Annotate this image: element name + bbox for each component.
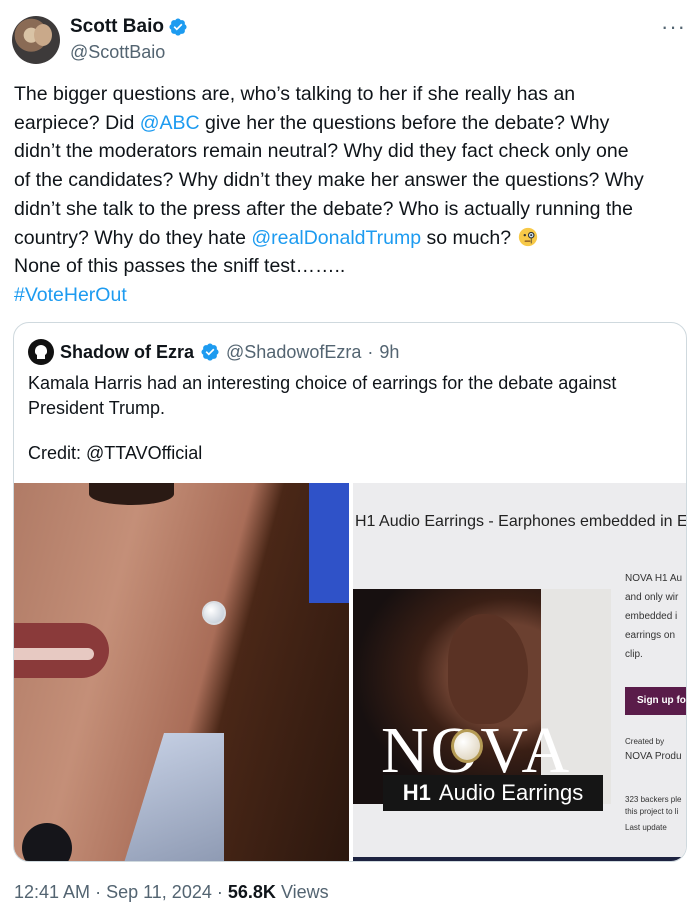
tweet-line: didn’t the moderators remain neutral? Wh…	[14, 140, 629, 163]
tweet-text-fragment: give her the questions before the debate…	[199, 111, 610, 134]
image-microphone	[22, 823, 72, 861]
product-description-line: NOVA H1 Au	[625, 573, 683, 584]
image-eye	[89, 483, 174, 505]
sign-up-button: Sign up for	[625, 687, 686, 715]
created-by-label: Created by	[625, 737, 665, 746]
tweet-text-fragment: so much?	[421, 226, 512, 249]
quote-header: Shadow of Ezra @ShadowofEzra · 9h	[28, 339, 399, 365]
product-description-line: and only wir	[625, 592, 679, 603]
views-label: Views	[280, 882, 329, 902]
backers-text: this project to li	[625, 807, 679, 816]
tweet-line: None of this passes the sniff test……..	[14, 255, 346, 278]
banner-text: Audio Earrings	[438, 780, 584, 805]
banner-model: H1	[402, 780, 431, 805]
face-with-monocle-icon	[518, 227, 537, 246]
tweet-time[interactable]: 12:41 AM	[14, 882, 90, 902]
tweet-header: Scott Baio @ScottBaio ···	[12, 14, 688, 66]
hashtag-link[interactable]: #VoteHerOut	[14, 281, 690, 310]
author-name[interactable]: Scott Baio	[70, 16, 164, 38]
tweet-text-fragment: country? Why do they hate	[14, 226, 252, 249]
quote-author-name[interactable]: Shadow of Ezra	[60, 342, 194, 363]
product-description-line: earrings on	[625, 630, 676, 641]
image-background	[309, 483, 349, 603]
image-earring	[202, 601, 226, 625]
last-update: Last update	[625, 823, 667, 832]
image-teeth	[14, 648, 94, 660]
product-description-line: embedded i	[625, 611, 678, 622]
quote-avatar[interactable]	[28, 339, 54, 365]
tweet-metadata: 12:41 AM · Sep 11, 2024 · 56.8K Views	[14, 882, 329, 903]
quoted-tweet[interactable]: Shadow of Ezra @ShadowofEzra · 9h Kamala…	[13, 322, 687, 862]
quote-author-handle[interactable]: @ShadowofEzra	[226, 342, 361, 363]
views-count: 56.8K	[227, 882, 276, 902]
product-photo: NOVA	[353, 589, 611, 804]
quote-credit: Credit: @TTAVOfficial	[28, 443, 203, 463]
verified-badge-icon	[169, 18, 187, 36]
tweet-text-fragment: earpiece? Did	[14, 111, 140, 134]
created-by-value: NOVA Produ	[625, 751, 682, 762]
tweet-line: earpiece? Did @ABC give her the question…	[14, 109, 690, 138]
product-page-image[interactable]: H1 Audio Earrings - Earphones embedded i…	[353, 483, 687, 861]
mention-abc-link[interactable]: @ABC	[140, 112, 200, 134]
tweet-line: country? Why do they hate @realDonaldTru…	[14, 224, 690, 253]
photo-ear	[448, 614, 528, 724]
pearl-earring	[451, 729, 483, 763]
more-icon[interactable]: ···	[661, 14, 686, 40]
tweet-line: of the candidates? Why didn’t they make …	[14, 169, 644, 192]
separator-dot: ·	[95, 882, 102, 902]
verified-badge-icon	[201, 343, 219, 361]
quote-media[interactable]: H1 Audio Earrings - Earphones embedded i…	[14, 483, 687, 861]
tweet-text: The bigger questions are, who’s talking …	[14, 80, 690, 310]
author-handle[interactable]: @ScottBaio	[70, 42, 165, 63]
quote-text: Kamala Harris had an interesting choice …	[28, 373, 617, 418]
tweet-line: didn’t she talk to the press after the d…	[14, 197, 633, 220]
tweet-date[interactable]: Sep 11, 2024	[106, 882, 212, 902]
author-avatar[interactable]	[12, 16, 60, 64]
product-description-line: clip.	[625, 649, 643, 660]
author-name-row: Scott Baio	[70, 16, 188, 38]
separator-dot: ·	[216, 882, 223, 902]
image-collar	[124, 733, 224, 861]
image-bottom-strip	[353, 857, 686, 861]
quote-timestamp[interactable]: 9h	[379, 342, 399, 363]
mention-trump-link[interactable]: @realDonaldTrump	[251, 227, 421, 249]
earring-closeup-image[interactable]	[14, 483, 349, 861]
backers-count: 323 backers ple	[625, 795, 682, 804]
product-banner: H1 Audio Earrings	[383, 775, 603, 811]
separator-dot: ·	[367, 341, 374, 362]
tweet-line: The bigger questions are, who’s talking …	[14, 83, 576, 105]
product-title: H1 Audio Earrings - Earphones embedded i…	[355, 513, 687, 530]
